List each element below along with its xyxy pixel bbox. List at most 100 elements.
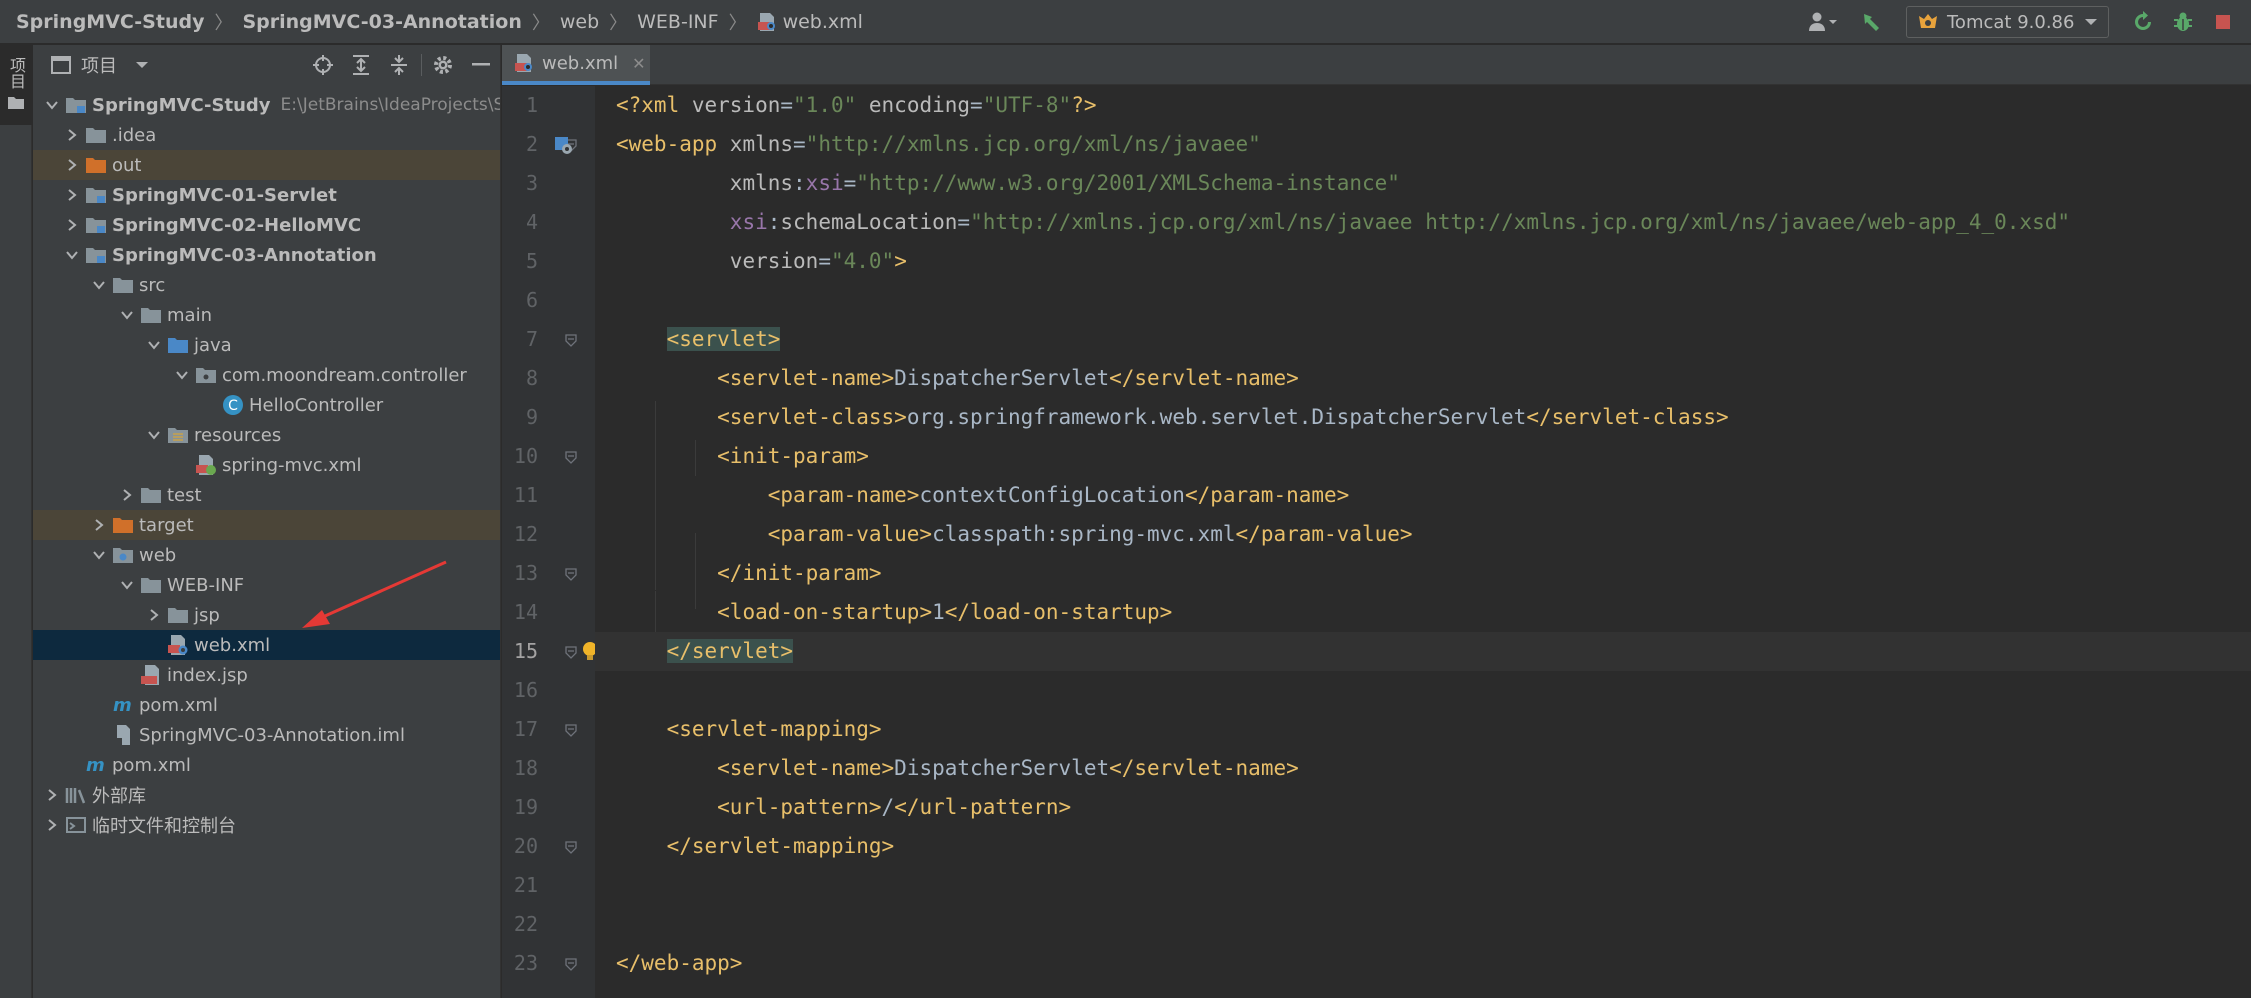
tree-item[interactable]: jsp: [33, 600, 500, 630]
debug-bug-icon[interactable]: [2165, 4, 2201, 40]
chevron-down-icon[interactable]: [173, 360, 191, 390]
project-panel-tools: [304, 45, 500, 85]
collapse-all-icon[interactable]: [380, 45, 418, 85]
folder-icon: [167, 604, 189, 626]
breadcrumb-item-current[interactable]: web.xml: [757, 11, 863, 33]
tree-item-label: target: [139, 514, 194, 536]
chevron-right-icon[interactable]: [63, 150, 81, 180]
tree-item[interactable]: m pom.xml: [33, 690, 500, 720]
code-line: <servlet-name>DispatcherServlet</servlet…: [717, 756, 1299, 780]
fold-marker-icon[interactable]: [564, 956, 578, 971]
tree-item-label: SpringMVC-03-Annotation.iml: [139, 724, 405, 746]
web-xml-icon: [757, 12, 777, 32]
tree-item-label: index.jsp: [167, 664, 248, 686]
chevron-right-icon[interactable]: [63, 180, 81, 210]
fold-marker-icon[interactable]: [564, 722, 578, 737]
chevron-right-icon[interactable]: [43, 780, 61, 810]
svg-text:m: m: [113, 695, 132, 715]
tree-item-label: WEB-INF: [167, 574, 245, 596]
chevron-right-icon[interactable]: [63, 210, 81, 240]
chevron-down-icon[interactable]: [43, 90, 61, 120]
chevron-down-icon[interactable]: [118, 300, 136, 330]
build-hammer-icon[interactable]: [1854, 4, 1890, 40]
gear-icon[interactable]: [424, 45, 462, 85]
fold-marker-icon[interactable]: [564, 449, 578, 464]
tree-item[interactable]: web.xml: [33, 630, 500, 660]
line-number: 10: [513, 444, 538, 468]
fold-marker-icon[interactable]: [564, 566, 578, 581]
line-number: 17: [513, 717, 538, 741]
tree-item[interactable]: C HelloController: [33, 390, 500, 420]
tree-item[interactable]: 临时文件和控制台: [33, 810, 500, 840]
tree-item[interactable]: java: [33, 330, 500, 360]
module-folder-icon: [65, 94, 87, 116]
tree-item[interactable]: main: [33, 300, 500, 330]
tree-item[interactable]: index.jsp: [33, 660, 500, 690]
tree-item[interactable]: resources: [33, 420, 500, 450]
code-area[interactable]: <?xml version="1.0" encoding="UTF-8"?> <…: [595, 86, 2251, 998]
breadcrumb-item[interactable]: web: [560, 11, 599, 33]
tree-item[interactable]: m pom.xml: [33, 750, 500, 780]
chevron-right-icon[interactable]: [90, 510, 108, 540]
breadcrumb-item[interactable]: SpringMVC-03-Annotation: [242, 11, 521, 33]
editor-tab[interactable]: web.xml ✕: [502, 45, 650, 85]
breadcrumb-item[interactable]: WEB-INF: [637, 11, 718, 33]
hide-panel-icon[interactable]: [462, 45, 500, 85]
fold-marker-icon[interactable]: [564, 839, 578, 854]
line-number: 22: [513, 912, 538, 936]
tree-item[interactable]: SpringMVC-Study E:\JetBrains\IdeaProjects…: [33, 90, 500, 120]
tree-item[interactable]: src: [33, 270, 500, 300]
chevron-down-icon[interactable]: [118, 570, 136, 600]
chevron-down-icon[interactable]: [145, 330, 163, 360]
package-icon: [195, 364, 217, 386]
chevron-right-icon[interactable]: [43, 810, 61, 840]
breadcrumb-separator: 〉: [609, 12, 628, 34]
rerun-icon[interactable]: [2125, 4, 2161, 40]
resources-folder-icon: [167, 424, 189, 446]
tree-item[interactable]: 外部库: [33, 780, 500, 810]
chevron-right-icon[interactable]: [63, 120, 81, 150]
breadcrumb-item[interactable]: SpringMVC-Study: [16, 11, 204, 33]
code-line: <load-on-startup>1</load-on-startup>: [717, 600, 1173, 624]
tomcat-icon: [1917, 12, 1939, 32]
fold-marker-icon[interactable]: [564, 644, 578, 659]
locate-file-icon[interactable]: [304, 45, 342, 85]
chevron-right-icon[interactable]: [145, 600, 163, 630]
tree-item[interactable]: SpringMVC-03-Annotation.iml: [33, 720, 500, 750]
expand-all-icon[interactable]: [342, 45, 380, 85]
project-panel-title[interactable]: 项目: [81, 52, 117, 78]
tree-item-label: web.xml: [194, 634, 271, 656]
web-descriptor-gutter-icon[interactable]: [554, 136, 574, 160]
tree-item[interactable]: SpringMVC-02-HelloMVC: [33, 210, 500, 240]
tree-item[interactable]: target: [33, 510, 500, 540]
user-account-icon[interactable]: [1806, 4, 1842, 40]
line-number: 8: [525, 366, 538, 390]
tree-item[interactable]: test: [33, 480, 500, 510]
stop-icon[interactable]: [2205, 4, 2241, 40]
chevron-down-icon[interactable]: [90, 270, 108, 300]
tree-item[interactable]: out: [33, 150, 500, 180]
chevron-down-icon[interactable]: [90, 540, 108, 570]
close-icon[interactable]: ✕: [632, 54, 645, 73]
chevron-down-icon[interactable]: [63, 240, 81, 270]
chevron-right-icon[interactable]: [118, 480, 136, 510]
web-xml-icon: [167, 634, 189, 656]
tree-item[interactable]: com.moondream.controller: [33, 360, 500, 390]
chevron-down-icon[interactable]: [145, 420, 163, 450]
tree-item-label: SpringMVC-02-HelloMVC: [112, 214, 362, 236]
breadcrumb-separator: 〉: [728, 12, 747, 34]
chevron-down-icon[interactable]: [135, 60, 149, 70]
tree-item[interactable]: web: [33, 540, 500, 570]
project-tool-button[interactable]: 项目: [0, 45, 32, 125]
tree-item[interactable]: SpringMVC-03-Annotation: [33, 240, 500, 270]
tree-item[interactable]: .idea: [33, 120, 500, 150]
line-number: 4: [525, 210, 538, 234]
tree-item[interactable]: spring-mvc.xml: [33, 450, 500, 480]
fold-marker-icon[interactable]: [564, 332, 578, 347]
code-line: <?xml version="1.0" encoding="UTF-8"?>: [616, 93, 1097, 117]
tree-item[interactable]: SpringMVC-01-Servlet: [33, 180, 500, 210]
editor-tab-label: web.xml: [542, 52, 619, 74]
tree-item[interactable]: WEB-INF: [33, 570, 500, 600]
run-configuration-dropdown[interactable]: Tomcat 9.0.86: [1906, 6, 2109, 38]
